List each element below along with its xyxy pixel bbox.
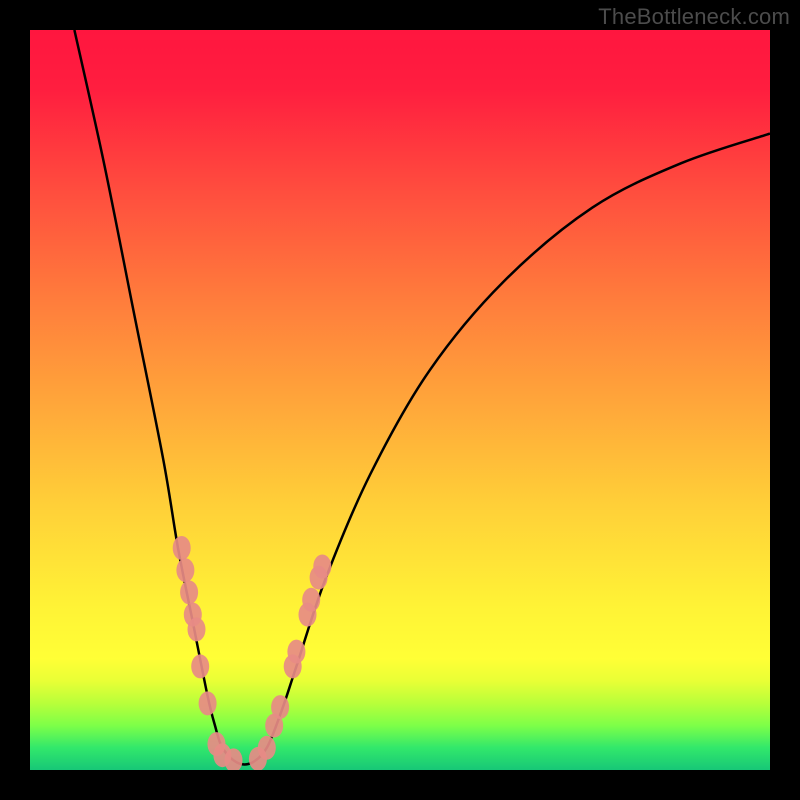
data-marker [188, 617, 206, 641]
data-marker [180, 580, 198, 604]
marker-layer [173, 536, 332, 770]
data-marker [258, 736, 276, 760]
curve-layer [74, 30, 770, 764]
data-marker [313, 555, 331, 579]
data-marker [302, 588, 320, 612]
data-marker [199, 691, 217, 715]
data-marker [287, 640, 305, 664]
data-marker [173, 536, 191, 560]
chart-svg [30, 30, 770, 770]
bottleneck-curve-path [74, 30, 770, 764]
data-marker [191, 654, 209, 678]
chart-plot-area [30, 30, 770, 770]
chart-frame: TheBottleneck.com [0, 0, 800, 800]
data-marker [271, 695, 289, 719]
data-marker [176, 558, 194, 582]
watermark-label: TheBottleneck.com [598, 4, 790, 30]
